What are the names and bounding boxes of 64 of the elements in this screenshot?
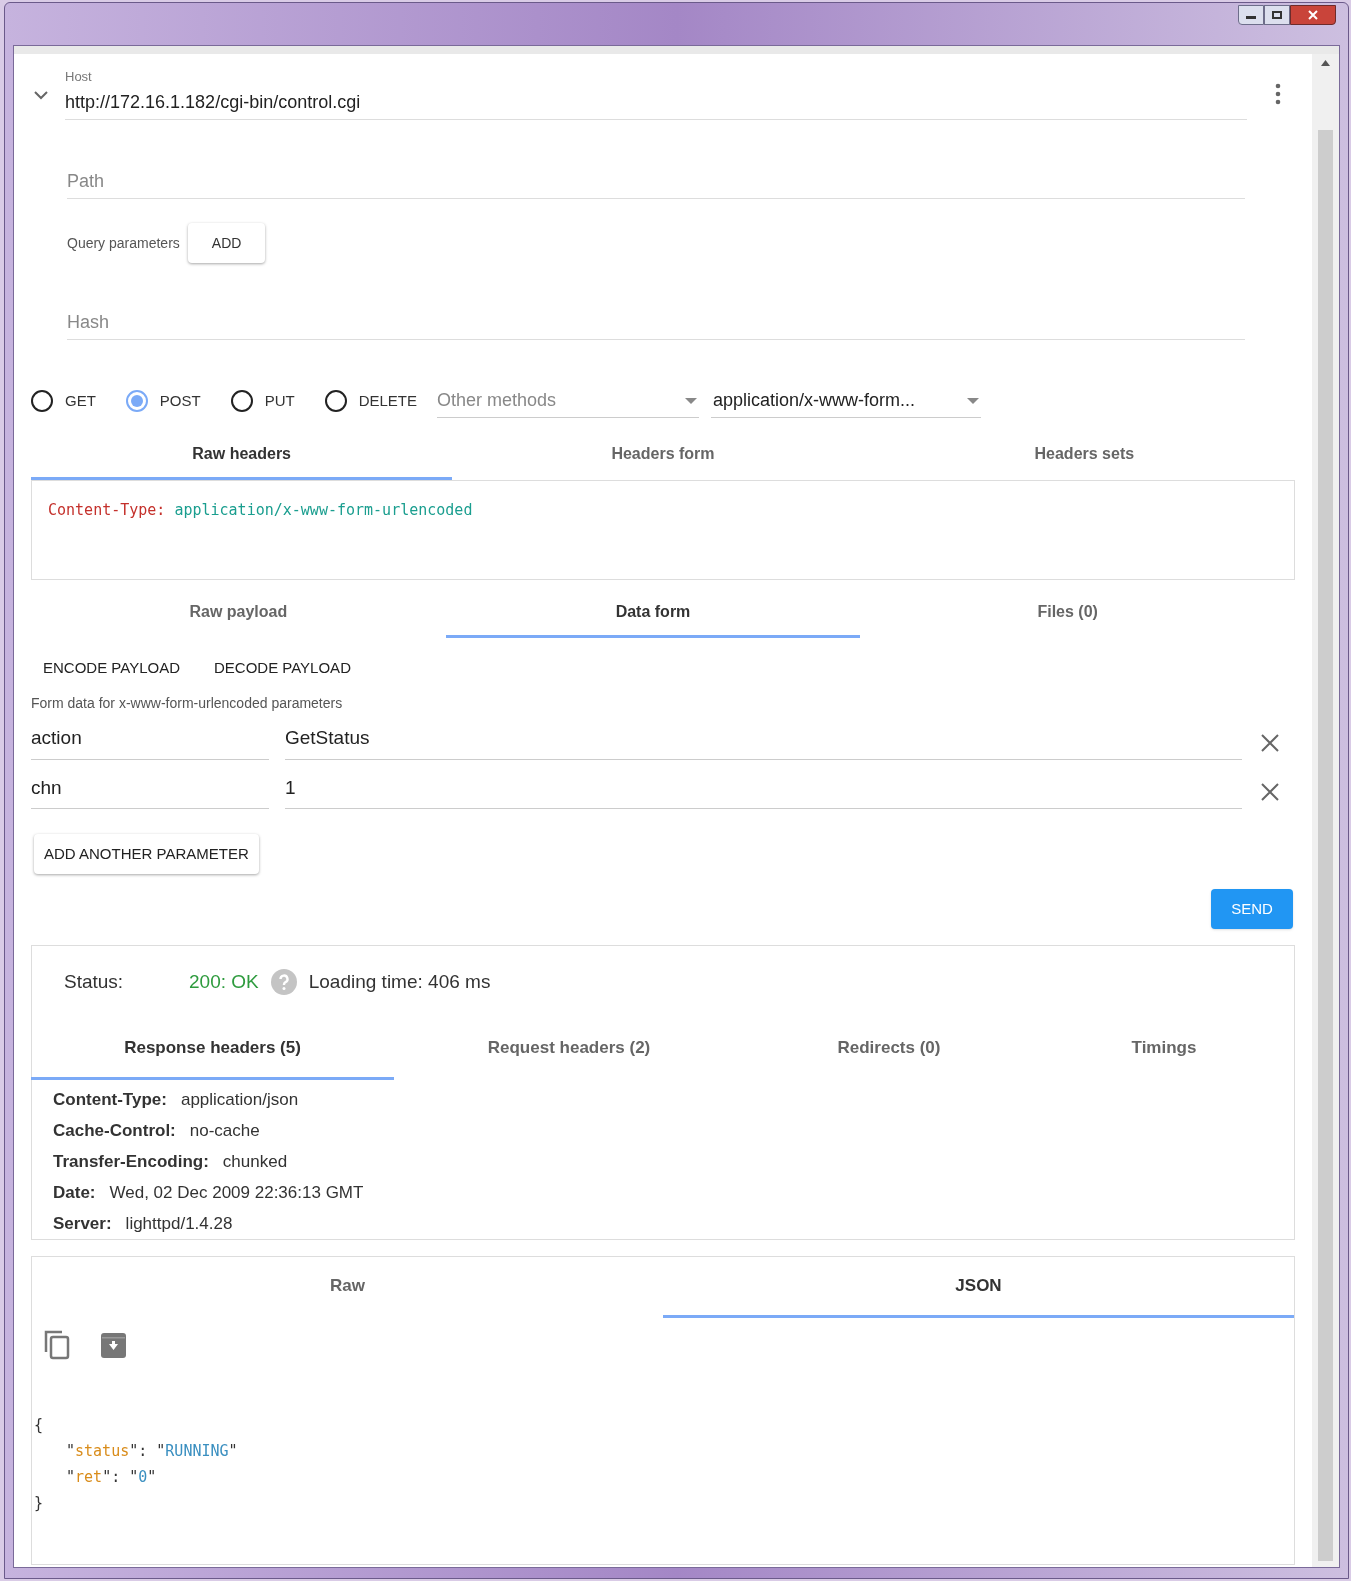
tab[interactable]: Timings xyxy=(1034,1018,1294,1080)
text-button[interactable]: DECODE PAYLOAD xyxy=(197,652,368,684)
parameter-name-field[interactable]: chn xyxy=(31,773,269,809)
radio-option[interactable]: PUT xyxy=(230,389,295,413)
header-name: Server: xyxy=(53,1212,112,1235)
tab[interactable]: Raw xyxy=(32,1257,663,1318)
json-viewer: { "status": "RUNNING" "ret": "0" } xyxy=(34,1415,239,1514)
loading-time: Loading time: 406 ms xyxy=(308,969,491,994)
header-name: Cache-Control: xyxy=(53,1119,176,1142)
other-methods-dropdown[interactable]: Other methods xyxy=(437,384,700,418)
dropdown-arrow-icon xyxy=(967,397,980,404)
header-value: chunked xyxy=(222,1150,288,1173)
parameter-value-field[interactable]: GetStatus xyxy=(285,724,1242,760)
archive-icon[interactable] xyxy=(101,1332,126,1358)
radio-button[interactable] xyxy=(230,390,253,412)
header-value: lighttpd/1.4.28 xyxy=(125,1212,233,1235)
parameter-name-field[interactable]: action xyxy=(31,724,269,760)
status-value: 200: OK xyxy=(189,969,259,994)
minimize-button[interactable] xyxy=(1238,5,1264,25)
radio-button[interactable] xyxy=(31,390,53,412)
add-parameter-button[interactable]: ADD ANOTHER PARAMETER xyxy=(34,834,259,874)
tab[interactable]: Redirects (0) xyxy=(744,1018,1034,1080)
content-type-dropdown[interactable]: application/x-www-form... xyxy=(711,384,982,418)
header-name: Content-Type: xyxy=(53,1088,167,1111)
text-button[interactable]: ENCODE PAYLOAD xyxy=(26,652,197,684)
query-parameters-label: Query parameters xyxy=(67,233,180,253)
radio-button[interactable] xyxy=(125,390,148,412)
path-field[interactable]: Path xyxy=(67,164,1245,198)
tab[interactable]: Headers form xyxy=(452,430,874,480)
tab[interactable]: Request headers (2) xyxy=(394,1018,744,1080)
close-icon xyxy=(1308,10,1318,20)
dropdown-arrow-icon xyxy=(685,397,698,404)
more-vert-icon[interactable] xyxy=(1275,83,1281,105)
tab[interactable]: Data form xyxy=(445,588,861,638)
close-icon[interactable] xyxy=(1261,783,1279,801)
close-icon[interactable] xyxy=(1261,733,1279,752)
tab[interactable]: JSON xyxy=(663,1257,1294,1318)
add-button[interactable]: ADD xyxy=(187,223,266,263)
tab[interactable]: Raw payload xyxy=(31,588,446,638)
header-value: application/json xyxy=(180,1088,299,1111)
host-field[interactable]: Host http://172.16.1.182/cgi-bin/control.cgi xyxy=(65,69,1247,120)
tab[interactable]: Headers sets xyxy=(873,430,1295,480)
header-value: Wed, 02 Dec 2009 22:36:13 GMT xyxy=(109,1181,364,1204)
status-label: Status: xyxy=(64,969,125,994)
radio-button[interactable] xyxy=(324,390,347,412)
header-editor[interactable]: Content-Type: application/x-www-form-urlencoded xyxy=(31,480,1295,580)
radio-option[interactable]: POST xyxy=(125,389,201,413)
header-name: Date: xyxy=(53,1181,96,1204)
scrollbar[interactable] xyxy=(1312,54,1339,1567)
radio-option[interactable]: DELETE xyxy=(324,389,418,413)
parameter-value-field[interactable]: 1 xyxy=(285,773,1242,809)
tab[interactable]: Raw headers xyxy=(31,430,453,480)
tab[interactable]: Files (0) xyxy=(860,588,1275,638)
header-value: no-cache xyxy=(189,1119,260,1142)
hash-field[interactable]: Hash xyxy=(67,305,1245,339)
copy-icon[interactable] xyxy=(44,1330,70,1360)
header-name: Transfer-Encoding: xyxy=(53,1150,209,1173)
form-hint: Form data for x-www-form-urlencoded parameters xyxy=(31,694,344,713)
maximize-button[interactable] xyxy=(1264,5,1290,25)
tab[interactable]: Response headers (5) xyxy=(31,1018,394,1080)
radio-option[interactable]: GET xyxy=(31,389,96,413)
close-button[interactable] xyxy=(1290,5,1336,25)
scroll-up-icon xyxy=(1321,60,1330,66)
chevron-down-icon[interactable] xyxy=(34,91,48,100)
